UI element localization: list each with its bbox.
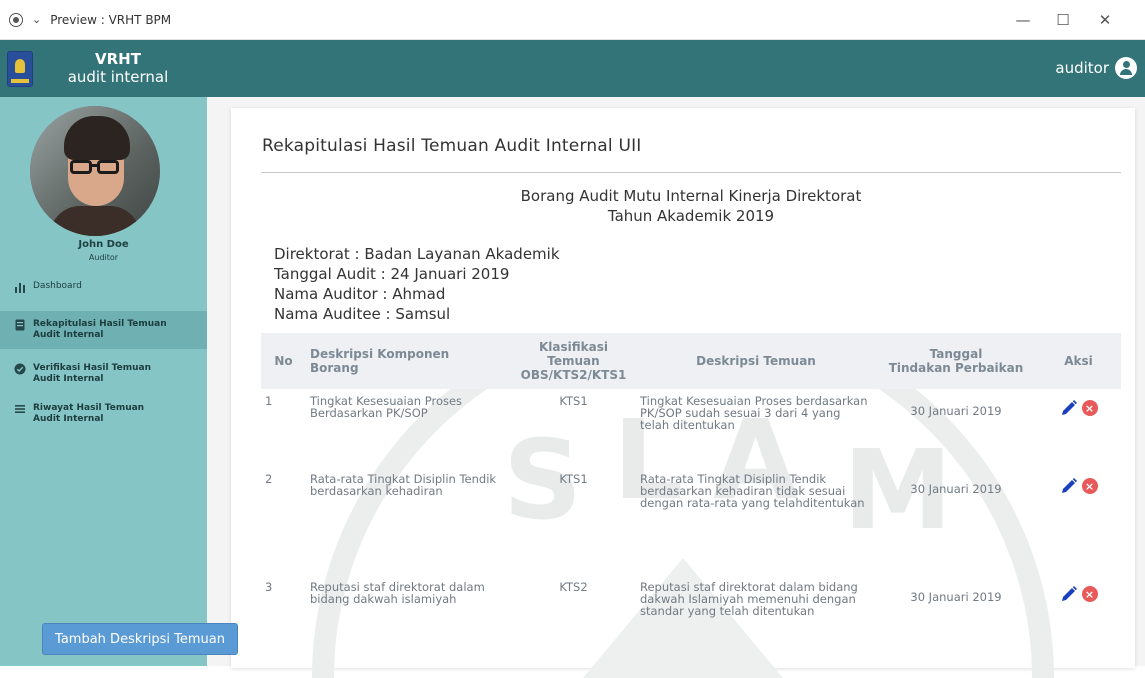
- sidebar-item-label: Rekapitulasi Hasil Temuan: [33, 319, 167, 329]
- cell-deskripsi: Reputasi staf direktorat dalam bidang da…: [640, 580, 858, 618]
- findings-table: No Deskripsi Komponen Borang Klasifikasi …: [261, 333, 1121, 653]
- sidebar-item-label-2: Audit Internal: [33, 414, 104, 424]
- main-content: S L A M Rekapitulasi Hasil Temuan Audit …: [207, 97, 1145, 678]
- cell-klasifikasi: KTS1: [559, 472, 588, 486]
- meta-tanggal: Tanggal Audit : 24 Januari 2019: [274, 265, 510, 283]
- document-title: Borang Audit Mutu Internal Kinerja Direk…: [261, 186, 1121, 226]
- cell-komponen: Reputasi staf direktorat dalam bidang da…: [310, 580, 485, 606]
- edit-icon[interactable]: [1060, 477, 1078, 495]
- delete-icon[interactable]: ×: [1081, 400, 1098, 416]
- cell-tanggal: 30 Januari 2019: [910, 590, 1002, 604]
- add-finding-button[interactable]: Tambah Deskripsi Temuan: [42, 623, 238, 655]
- minimize-icon[interactable]: —: [1003, 0, 1043, 40]
- meta-auditor: Nama Auditor : Ahmad: [274, 285, 446, 303]
- meta-auditee: Nama Auditee : Samsul: [274, 305, 451, 323]
- meta-direktorat: Direktorat : Badan Layanan Akademik: [274, 245, 560, 263]
- cell-no: 1: [265, 394, 273, 408]
- brand-title: VRHT: [95, 50, 141, 68]
- edit-icon[interactable]: [1060, 585, 1078, 603]
- page-title: Rekapitulasi Hasil Temuan Audit Internal…: [262, 136, 642, 156]
- table-row: 2 Rata-rata Tingkat Disiplin Tendik berd…: [261, 467, 1121, 575]
- sidebar-item-label: Dashboard: [33, 281, 82, 291]
- brand-subtitle: audit internal: [67, 68, 169, 86]
- profile-role: Auditor: [88, 253, 119, 262]
- col-header-no: No: [274, 354, 293, 368]
- divider: [261, 172, 1121, 173]
- window-titlebar: ⌄ Preview : VRHT BPM — ☐ ✕: [0, 0, 1145, 40]
- sidebar-item-label: Riwayat Hasil Temuan: [33, 403, 145, 413]
- col-header-tanggal: Tanggal Tindakan Perbaikan: [888, 347, 1024, 375]
- col-header-aksi: Aksi: [1064, 354, 1093, 368]
- content-card: S L A M Rekapitulasi Hasil Temuan Audit …: [231, 108, 1135, 678]
- close-icon[interactable]: ✕: [1085, 0, 1125, 40]
- cell-klasifikasi: KTS2: [559, 580, 588, 594]
- bar-chart-icon: [14, 281, 26, 293]
- col-header-komponen: Deskripsi Komponen Borang: [310, 347, 450, 375]
- sidebar-item-dashboard[interactable]: Dashboard: [0, 273, 207, 301]
- brand[interactable]: VRHT audit internal: [0, 40, 207, 97]
- delete-icon[interactable]: ×: [1081, 586, 1098, 602]
- table-row: 1 Tingkat Kesesuaian Proses Berdasarkan …: [261, 389, 1121, 467]
- cell-aksi: ×: [1036, 467, 1121, 575]
- document-title-line-1: Borang Audit Mutu Internal Kinerja Direk…: [520, 187, 862, 205]
- sidebar-item-verifikasi[interactable]: Verifikasi Hasil Temuan Audit Internal: [0, 355, 207, 393]
- cell-deskripsi: Tingkat Kesesuaian Proses berdasarkan PK…: [640, 394, 868, 432]
- cell-tanggal: 30 Januari 2019: [910, 482, 1002, 496]
- cell-tanggal: 30 Januari 2019: [910, 404, 1002, 418]
- delete-icon[interactable]: ×: [1081, 478, 1098, 494]
- top-header: auditor: [207, 40, 1145, 97]
- cell-aksi: ×: [1036, 389, 1121, 467]
- user-name: auditor: [1055, 59, 1109, 77]
- user-menu[interactable]: auditor: [1055, 57, 1137, 79]
- document-icon: [14, 319, 26, 331]
- cell-komponen: Tingkat Kesesuaian Proses Berdasarkan PK…: [310, 394, 463, 420]
- chevron-down-icon[interactable]: ⌄: [32, 13, 41, 26]
- sidebar-item-label-2: Audit Internal: [33, 330, 104, 340]
- check-circle-icon: [14, 363, 26, 375]
- audit-meta: Direktorat : Badan Layanan Akademik Tang…: [274, 244, 560, 324]
- cell-no: 3: [265, 580, 273, 594]
- table-row: 3 Reputasi staf direktorat dalam bidang …: [261, 575, 1121, 653]
- logo-icon: [7, 50, 33, 87]
- cell-klasifikasi: KTS1: [559, 394, 588, 408]
- user-icon[interactable]: [1115, 57, 1137, 79]
- sidebar-item-rekapitulasi[interactable]: Rekapitulasi Hasil Temuan Audit Internal: [0, 311, 207, 349]
- col-header-deskripsi: Deskripsi Temuan: [696, 354, 816, 368]
- profile-name: John Doe: [78, 239, 129, 250]
- document-title-line-2: Tahun Akademik 2019: [607, 207, 775, 225]
- maximize-icon[interactable]: ☐: [1043, 0, 1083, 40]
- sidebar-item-label-2: Audit Internal: [33, 374, 104, 384]
- cell-aksi: ×: [1036, 575, 1121, 653]
- sidebar: VRHT audit internal John Doe Auditor Das…: [0, 40, 207, 666]
- cell-no: 2: [265, 472, 273, 486]
- table-header-row: No Deskripsi Komponen Borang Klasifikasi …: [261, 333, 1121, 389]
- list-icon: [14, 403, 26, 415]
- cell-komponen: Rata-rata Tingkat Disiplin Tendik berdas…: [310, 472, 497, 498]
- avatar: [30, 106, 160, 236]
- sidebar-nav: Dashboard Rekapitulasi Hasil Temuan Audi…: [0, 273, 207, 433]
- sidebar-item-label: Verifikasi Hasil Temuan: [33, 363, 151, 373]
- sidebar-item-riwayat[interactable]: Riwayat Hasil Temuan Audit Internal: [0, 395, 207, 433]
- window-menu-icon[interactable]: [9, 12, 23, 27]
- cell-deskripsi: Rata-rata Tingkat Disiplin Tendik berdas…: [640, 472, 865, 510]
- edit-icon[interactable]: [1060, 399, 1078, 417]
- window-title: Preview : VRHT BPM: [50, 12, 172, 27]
- col-header-klasifikasi: Klasifikasi Temuan OBS/KTS2/KTS1: [520, 340, 627, 382]
